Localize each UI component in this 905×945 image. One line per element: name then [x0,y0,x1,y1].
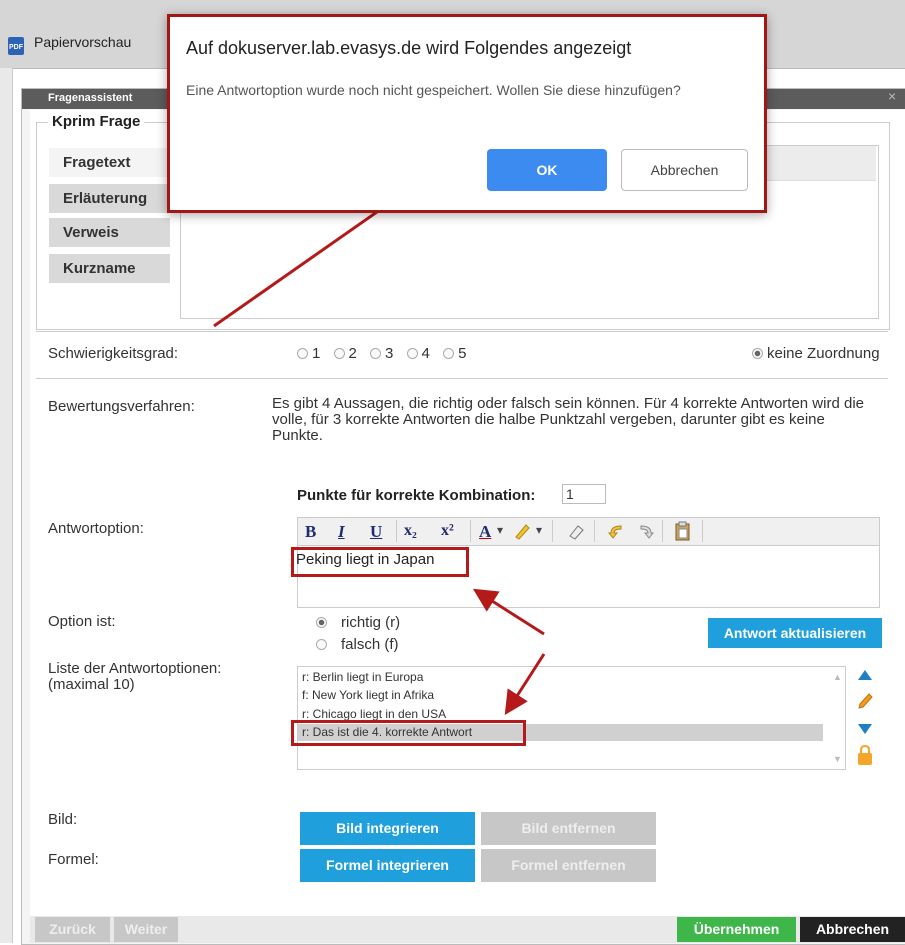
arrow-to-answer-text [472,588,545,636]
arrow-to-list-item [504,653,546,716]
alert-highlight-frame [167,14,767,213]
